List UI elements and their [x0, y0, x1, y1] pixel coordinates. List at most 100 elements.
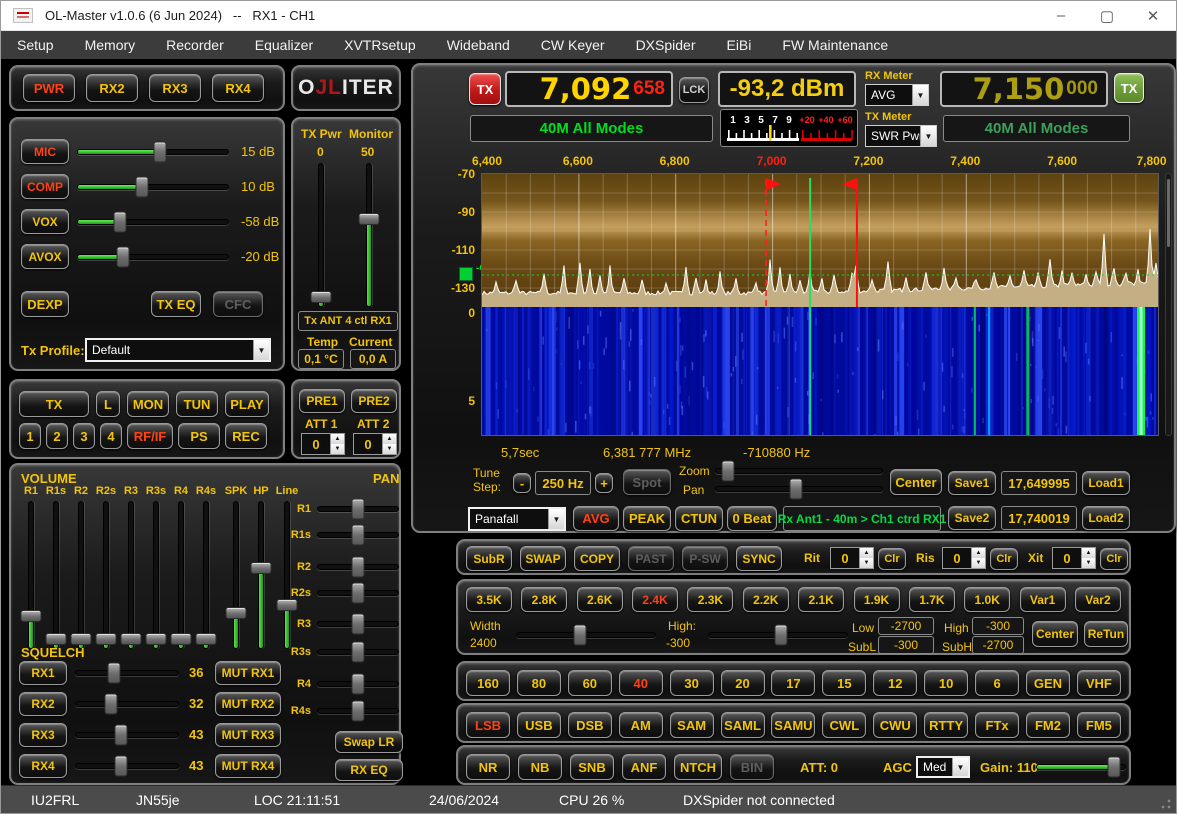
- avg-button[interactable]: AVG: [573, 506, 619, 531]
- 2-1k-button[interactable]: 2.1K: [798, 587, 844, 612]
- copy-button[interactable]: COPY: [574, 546, 620, 571]
- 1-7k-button[interactable]: 1.7K: [909, 587, 955, 612]
- step-minus-button[interactable]: -: [513, 473, 531, 493]
- att1-stepper[interactable]: 0 ▲▼: [301, 433, 345, 455]
- tx-b-button[interactable]: TX: [1114, 73, 1144, 103]
- 40-button[interactable]: 40: [619, 670, 663, 696]
- step-plus-button[interactable]: +: [595, 473, 613, 493]
- 60-button[interactable]: 60: [568, 670, 612, 696]
- monitor-slider[interactable]: [361, 163, 377, 307]
- tun-button[interactable]: TUN: [176, 391, 218, 417]
- save2-button[interactable]: Save2: [948, 506, 996, 530]
- fm2-button[interactable]: FM2: [1026, 712, 1070, 738]
- panadapter-waterfall-canvas[interactable]: [482, 174, 1159, 436]
- tx-a-button[interactable]: TX: [469, 73, 501, 105]
- cwl-button[interactable]: CWL: [822, 712, 866, 738]
- chevron-down-icon[interactable]: ▼: [548, 509, 564, 529]
- menu-item-setup[interactable]: Setup: [17, 37, 54, 53]
- avox-gain-slider[interactable]: [77, 249, 229, 265]
- tx-pwr-slider-thumb[interactable]: [311, 291, 332, 303]
- close-button[interactable]: ✕: [1130, 1, 1176, 30]
- 3-5k-button[interactable]: 3.5K: [466, 587, 512, 612]
- 2-6k-button[interactable]: 2.6K: [577, 587, 623, 612]
- var1-button[interactable]: Var1: [1020, 587, 1066, 612]
- load1-button[interactable]: Load1: [1082, 471, 1130, 495]
- 3-button[interactable]: 3: [73, 423, 95, 449]
- vox-gain-slider-thumb[interactable]: [113, 212, 126, 233]
- rx4-squelch-slider[interactable]: [75, 758, 179, 774]
- gain-marker-handle[interactable]: [459, 267, 473, 281]
- ris-up-icon[interactable]: ▲: [972, 548, 985, 558]
- mic-gain-slider[interactable]: [77, 144, 229, 160]
- comp-gain-slider[interactable]: [77, 179, 229, 195]
- 6-button[interactable]: 6: [975, 670, 1019, 696]
- display-mode-dropdown[interactable]: Panafall ▼: [468, 507, 566, 531]
- 17-button[interactable]: 17: [771, 670, 815, 696]
- att1-up-icon[interactable]: ▲: [331, 434, 344, 444]
- peak-button[interactable]: PEAK: [623, 506, 671, 531]
- nr-button[interactable]: NR: [466, 754, 510, 780]
- center-button[interactable]: Center: [890, 469, 942, 495]
- sync-button[interactable]: SYNC: [736, 546, 782, 571]
- play-button[interactable]: PLAY: [225, 391, 269, 417]
- menu-item-wideband[interactable]: Wideband: [447, 37, 510, 53]
- zoom-slider[interactable]: [715, 463, 883, 479]
- menu-item-fw-maintenance[interactable]: FW Maintenance: [782, 37, 888, 53]
- agc-dropdown[interactable]: Med ▼: [916, 756, 970, 778]
- swap-button[interactable]: SWAP: [520, 546, 566, 571]
- rx2-squelch-slider-thumb[interactable]: [104, 694, 117, 715]
- subh-box[interactable]: -2700: [972, 636, 1024, 654]
- rx3-button[interactable]: RX3: [149, 74, 201, 102]
- rit-stepper[interactable]: 0▲▼: [830, 547, 874, 569]
- minimize-button[interactable]: –: [1038, 1, 1084, 30]
- comp-button[interactable]: COMP: [21, 174, 69, 199]
- cwu-button[interactable]: CWU: [873, 712, 917, 738]
- pwr-button[interactable]: PWR: [23, 74, 75, 102]
- chevron-down-icon[interactable]: ▼: [920, 126, 936, 146]
- resize-grip-icon[interactable]: [1160, 798, 1172, 810]
- saml-button[interactable]: SAML: [721, 712, 765, 738]
- rx4-squelch-button[interactable]: RX4: [19, 754, 67, 778]
- xit-down-icon[interactable]: ▼: [1082, 558, 1095, 568]
- tx-eq-button[interactable]: TX EQ: [151, 291, 201, 317]
- 12-button[interactable]: 12: [873, 670, 917, 696]
- subr-button[interactable]: SubR: [466, 546, 512, 571]
- 2-button[interactable]: 2: [46, 423, 68, 449]
- vox-button[interactable]: VOX: [21, 209, 69, 234]
- rx1-squelch-slider[interactable]: [75, 665, 179, 681]
- rtty-button[interactable]: RTTY: [924, 712, 968, 738]
- ctun-button[interactable]: CTUN: [675, 506, 723, 531]
- menu-item-recorder[interactable]: Recorder: [166, 37, 224, 53]
- rx2-button[interactable]: RX2: [86, 74, 138, 102]
- rit-clear-button[interactable]: Clr: [878, 548, 906, 570]
- mon-button[interactable]: MON: [127, 391, 169, 417]
- tx-meter-dropdown[interactable]: SWR Pwr ▼: [865, 125, 937, 147]
- rx-eq-button[interactable]: RX EQ: [335, 759, 403, 781]
- swap-lr-button[interactable]: Swap LR: [335, 731, 403, 753]
- maximize-button[interactable]: ▢: [1084, 1, 1130, 30]
- panadapter-plot[interactable]: [481, 173, 1159, 436]
- gain-slider-thumb[interactable]: [1107, 757, 1120, 778]
- gain-slider[interactable]: [1036, 759, 1126, 775]
- menu-item-dxspider[interactable]: DXSpider: [636, 37, 696, 53]
- bin-button[interactable]: BIN: [730, 754, 774, 780]
- rx2-squelch-button[interactable]: RX2: [19, 692, 67, 716]
- high-edge-box[interactable]: -300: [972, 617, 1024, 635]
- mute-rx3-button[interactable]: MUT RX3: [215, 723, 281, 747]
- snb-button[interactable]: SNB: [570, 754, 614, 780]
- spectrum-scale-slider[interactable]: [1165, 173, 1172, 436]
- rit-down-icon[interactable]: ▼: [860, 558, 873, 568]
- ris-stepper[interactable]: 0▲▼: [942, 547, 986, 569]
- 4-button[interactable]: 4: [100, 423, 122, 449]
- mic-gain-slider-thumb[interactable]: [153, 142, 166, 163]
- rx1-squelch-button[interactable]: RX1: [19, 661, 67, 685]
- 10-button[interactable]: 10: [924, 670, 968, 696]
- ps-button[interactable]: PS: [178, 423, 220, 449]
- retun-button[interactable]: ReTun: [1084, 621, 1128, 647]
- dexp-button[interactable]: DEXP: [21, 291, 69, 317]
- pan-slider[interactable]: [715, 481, 883, 497]
- menu-item-cw-keyer[interactable]: CW Keyer: [541, 37, 605, 53]
- width-slider-thumb[interactable]: [573, 625, 586, 646]
- 2-3k-button[interactable]: 2.3K: [687, 587, 733, 612]
- ntch-button[interactable]: NTCH: [674, 754, 722, 780]
